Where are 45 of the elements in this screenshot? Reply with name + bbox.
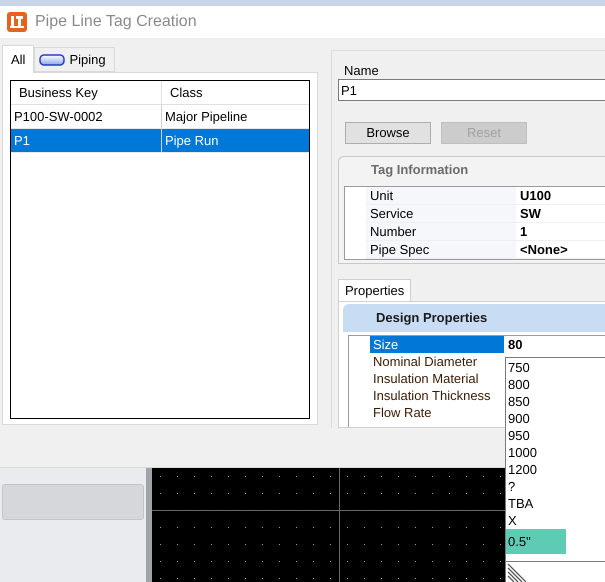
property-value: 80 (507, 336, 524, 353)
dropdown-option[interactable]: 900 (506, 410, 566, 427)
property-label[interactable]: Nominal Diameter (370, 353, 504, 370)
table-cell-text: Major Pipeline (164, 108, 248, 126)
dropdown-option[interactable]: 800 (506, 376, 566, 393)
property-label: Unit (366, 187, 516, 204)
push-button[interactable]: Browse (345, 122, 431, 144)
list-row[interactable]: P1 Pipe Run (11, 129, 309, 153)
group-title: Tag Information (371, 161, 468, 180)
table-cell: P1 (11, 129, 162, 152)
property-label: Service (366, 205, 516, 222)
column-header[interactable]: Class (162, 81, 309, 104)
tab[interactable]: Properties (338, 279, 412, 301)
property-label[interactable]: Insulation Thickness (370, 387, 504, 404)
column-header[interactable]: Business Key (11, 81, 162, 104)
property-label[interactable]: Flow Rate (370, 404, 504, 421)
property-label[interactable]: Size (370, 336, 504, 353)
input-field[interactable]: P1 (338, 79, 605, 101)
dropdown-option[interactable]: 0.5" (506, 529, 566, 554)
dropdown-option[interactable]: X (506, 512, 566, 529)
property-value: 1 (519, 223, 528, 240)
resize-grip-icon[interactable] (506, 562, 526, 582)
app-logo-icon (7, 12, 27, 32)
pipe-icon (39, 54, 66, 66)
window-title: Pipe Line Tag Creation (35, 12, 197, 32)
dropdown-option[interactable]: 850 (506, 393, 566, 410)
property-value: <None> (519, 241, 569, 258)
property-value: SW (519, 205, 542, 222)
tab[interactable]: All (2, 45, 34, 73)
dropdown-option[interactable]: 750 (506, 359, 566, 376)
group-title: Design Properties (376, 309, 488, 328)
property-label: Number (366, 223, 516, 240)
field-label: Name (344, 63, 380, 79)
property-label: Pipe Spec (366, 241, 516, 258)
dropdown-option[interactable]: 950 (506, 427, 566, 444)
property-value: U100 (519, 187, 552, 204)
dropdown-option[interactable]: TBA (506, 495, 566, 512)
dropdown-option[interactable]: 1200 (506, 461, 566, 478)
dropdown-option[interactable]: 1000 (506, 444, 566, 461)
property-label[interactable]: Insulation Material (370, 370, 504, 387)
table-cell: P100-SW-0002 (11, 105, 162, 128)
table-cell-text: Pipe Run (164, 132, 220, 150)
list-row[interactable]: P100-SW-0002 Major Pipeline (11, 105, 309, 129)
tab[interactable]: Piping (34, 47, 115, 72)
dropdown-option[interactable]: ? (506, 478, 566, 495)
